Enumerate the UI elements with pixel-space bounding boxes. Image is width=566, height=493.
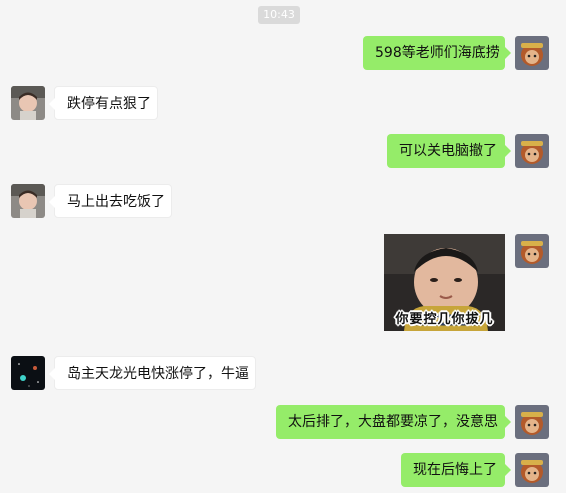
message-text: 岛主天龙光电快涨停了，牛逼 [67,366,249,382]
message-text: 现在后悔上了 [413,462,497,478]
message-bubble-incoming[interactable]: 岛主天龙光电快涨停了，牛逼 [49,356,256,390]
self-avatar[interactable] [515,405,549,439]
monkey-king-avatar-icon [515,405,549,439]
monkey-king-avatar-icon [515,134,549,168]
self-avatar[interactable] [515,134,549,168]
starfield-avatar-icon [11,356,45,390]
monkey-king-avatar-icon [515,453,549,487]
sticker-image[interactable]: 你要控几你拔几 [384,234,505,331]
monkey-king-avatar-icon [515,234,549,268]
contact-avatar-space[interactable] [11,356,45,390]
message-text: 598等老师们海底捞 [375,45,500,61]
contact-avatar-child[interactable] [11,86,45,120]
message-bubble-outgoing[interactable]: 太后排了，大盘都要凉了，没意思 [276,405,511,439]
message-bubble-outgoing[interactable]: 可以关电脑撤了 [387,134,511,168]
message-text: 太后排了，大盘都要凉了，没意思 [288,414,498,430]
message-text: 可以关电脑撤了 [399,143,497,159]
child-photo-avatar-icon [11,86,45,120]
message-text: 跌停有点狠了 [67,96,151,112]
message-bubble-incoming[interactable]: 马上出去吃饭了 [49,184,172,218]
self-avatar[interactable] [515,453,549,487]
message-bubble-incoming[interactable]: 跌停有点狠了 [49,86,158,120]
child-photo-avatar-icon [11,184,45,218]
message-text: 马上出去吃饭了 [67,194,165,210]
self-avatar[interactable] [515,36,549,70]
monkey-king-avatar-icon [515,36,549,70]
message-timestamp: 10:43 [258,6,300,24]
message-bubble-outgoing[interactable]: 598等老师们海底捞 [363,36,511,70]
self-avatar[interactable] [515,234,549,268]
sticker-caption: 你要控几你拔几 [395,312,494,327]
message-bubble-outgoing[interactable]: 现在后悔上了 [401,453,511,487]
contact-avatar-child[interactable] [11,184,45,218]
